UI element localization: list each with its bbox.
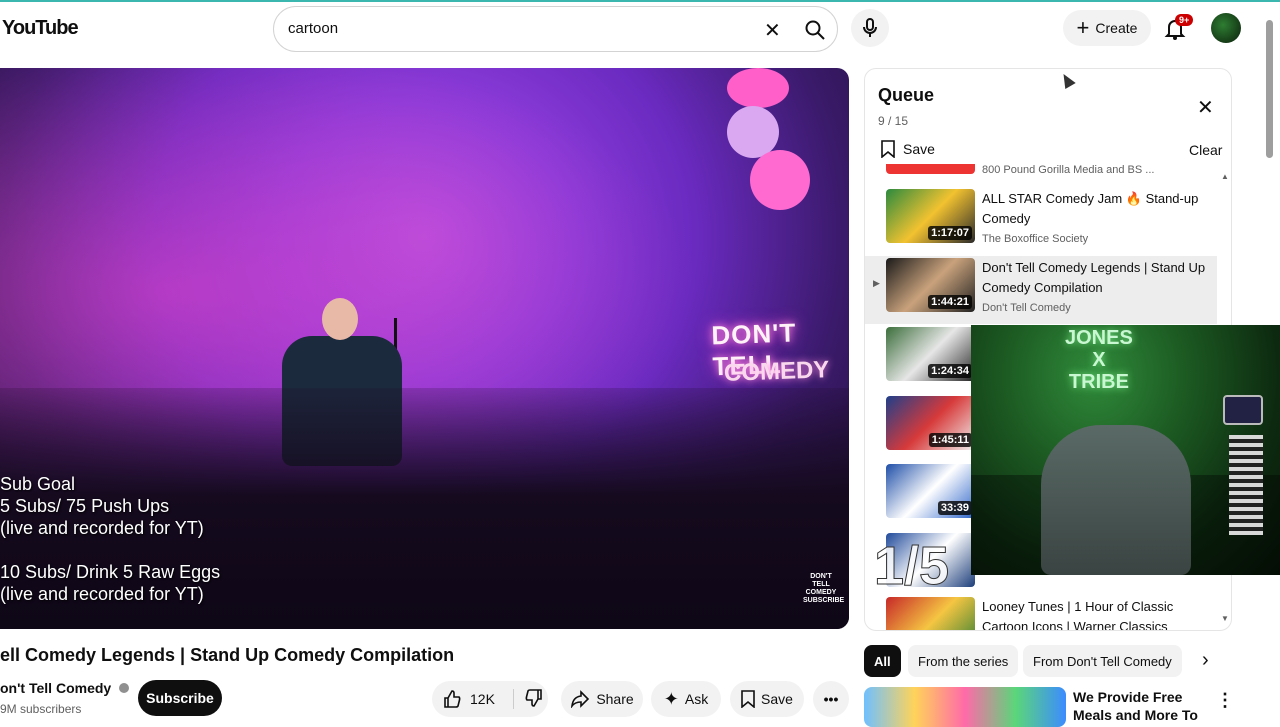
queue-item-title: Don't Tell Comedy Legends | Stand Up Com… — [982, 260, 1206, 295]
queue-item[interactable]: 1:17:07 ALL STAR Comedy Jam 🔥 Stand-up C… — [865, 187, 1217, 255]
sub-count-overlay: 1/5 — [873, 536, 950, 597]
lantern-3 — [750, 150, 810, 210]
chip-all[interactable]: All — [864, 645, 901, 677]
queue-thumbnail: 1:17:07 — [886, 189, 975, 243]
like-dislike-group: 12K — [432, 681, 548, 717]
voice-search-button[interactable] — [851, 9, 889, 47]
share-icon — [571, 690, 590, 708]
youtube-logo[interactable]: YouTube — [2, 17, 79, 40]
ask-button[interactable]: ✦ Ask — [651, 681, 721, 717]
more-vertical-icon[interactable]: ⋮ — [1216, 690, 1234, 711]
like-button[interactable]: 12K — [432, 689, 514, 709]
partial-channel: 800 Pound Gorilla Media and BS ... — [982, 164, 1155, 176]
plus-icon: + — [1076, 15, 1090, 40]
neon-sign-2: COMEDY — [723, 356, 830, 387]
create-button[interactable]: + Create — [1063, 10, 1151, 46]
save-label: Save — [761, 691, 793, 707]
channel-name[interactable]: on't Tell Comedy — [0, 680, 130, 696]
like-count: 12K — [470, 691, 495, 707]
scroll-down-icon[interactable]: ▼ — [1221, 614, 1229, 623]
save-button[interactable]: Save — [730, 681, 804, 717]
comedian-head — [322, 298, 358, 340]
duration-label: 1:24:34 — [928, 364, 972, 378]
bookmark-icon — [741, 690, 755, 708]
thumbs-down-icon — [525, 688, 542, 707]
webcam-overlay: JONES X TRIBE — [971, 325, 1280, 575]
webcam-neon-sign: JONES X TRIBE — [1065, 327, 1133, 393]
wall-flag — [1229, 435, 1263, 535]
queue-thumbnail: 1:45:11 — [886, 396, 975, 450]
notification-badge: 9+ — [1175, 14, 1194, 26]
sparkle-icon: ✦ — [663, 688, 679, 709]
scroll-up-icon[interactable]: ▲ — [1221, 172, 1229, 181]
recommended-title[interactable]: We Provide Free Meals and More To Help Y… — [1073, 688, 1213, 720]
chevron-right-icon[interactable]: › — [1202, 649, 1209, 672]
wall-frame — [1223, 395, 1263, 425]
share-label: Share — [596, 691, 634, 707]
channel-watermark[interactable]: DON'T TELL COMEDY SUBSCRIBE — [803, 573, 844, 605]
channel-name-text: on't Tell Comedy — [0, 680, 112, 696]
queue-thumbnail: 33:39 — [886, 464, 975, 518]
create-label: Create — [1095, 20, 1138, 36]
page-scrollbar[interactable] — [1266, 20, 1273, 158]
share-button[interactable]: Share — [561, 681, 643, 717]
queue-save-label: Save — [903, 141, 935, 157]
duration-label: 1:17:07 — [928, 226, 972, 240]
duration-label: 33:39 — [937, 501, 972, 515]
more-actions-button[interactable]: ••• — [813, 681, 849, 717]
more-icon: ••• — [823, 691, 839, 707]
partial-thumbnail — [886, 164, 975, 174]
video-player[interactable]: DON'T TELL COMEDY Sub Goal 5 Subs/ 75 Pu… — [0, 68, 849, 629]
video-title: ell Comedy Legends | Stand Up Comedy Com… — [0, 645, 455, 665]
recommended-thumbnail[interactable] — [864, 687, 1066, 727]
subscribe-button[interactable]: Subscribe — [138, 680, 222, 716]
search-box[interactable]: cartoon ✕ — [273, 6, 838, 52]
queue-title: Queue — [878, 85, 935, 105]
lantern-1 — [727, 68, 789, 108]
queue-thumbnail: 1:44:21 — [886, 258, 975, 312]
microphone-icon — [863, 18, 877, 37]
avatar[interactable] — [1211, 13, 1241, 43]
search-input[interactable]: cartoon — [288, 20, 338, 37]
queue-save-button[interactable]: Save — [881, 140, 935, 158]
ask-label: Ask — [684, 691, 709, 707]
chip-from-dont-tell-comedy[interactable]: From Don't Tell Comedy — [1023, 645, 1182, 677]
clear-search-icon[interactable]: ✕ — [764, 18, 781, 43]
dislike-button[interactable] — [514, 688, 544, 711]
queue-item-title: ALL STAR Comedy Jam 🔥 Stand-up Comedy — [982, 191, 1199, 226]
window-top-border — [0, 0, 1280, 2]
queue-item[interactable]: Looney Tunes | 1 Hour of Classic Cartoon… — [865, 595, 1217, 631]
sub-goal-overlay: Sub Goal 5 Subs/ 75 Push Ups (live and r… — [0, 474, 221, 604]
queue-clear-button[interactable]: Clear — [1189, 142, 1222, 158]
queue-thumbnail: 1:24:34 — [886, 327, 975, 381]
gaming-chair — [1041, 425, 1191, 575]
queue-item-title: Looney Tunes | 1 Hour of Classic Cartoon… — [982, 599, 1174, 631]
close-queue-icon[interactable]: ✕ — [1197, 95, 1214, 120]
verified-icon — [119, 683, 130, 693]
duration-label: 1:45:11 — [928, 433, 972, 447]
queue-item-active[interactable]: ▶ 1:44:21 Don't Tell Comedy Legends | St… — [865, 256, 1217, 324]
queue-thumbnail — [886, 597, 975, 630]
bookmark-icon — [881, 140, 895, 158]
queue-item-channel: Don't Tell Comedy — [982, 302, 1071, 314]
subscriber-count: 9M subscribers — [0, 702, 82, 716]
queue-item-channel: The Boxoffice Society — [982, 233, 1089, 245]
thumbs-up-icon — [444, 690, 461, 708]
queue-count: 9 / 15 — [878, 114, 909, 128]
now-playing-icon: ▶ — [873, 278, 880, 288]
chip-from-the-series[interactable]: From the series — [908, 645, 1019, 677]
duration-label: 1:44:21 — [928, 295, 972, 309]
search-icon[interactable] — [796, 11, 834, 49]
